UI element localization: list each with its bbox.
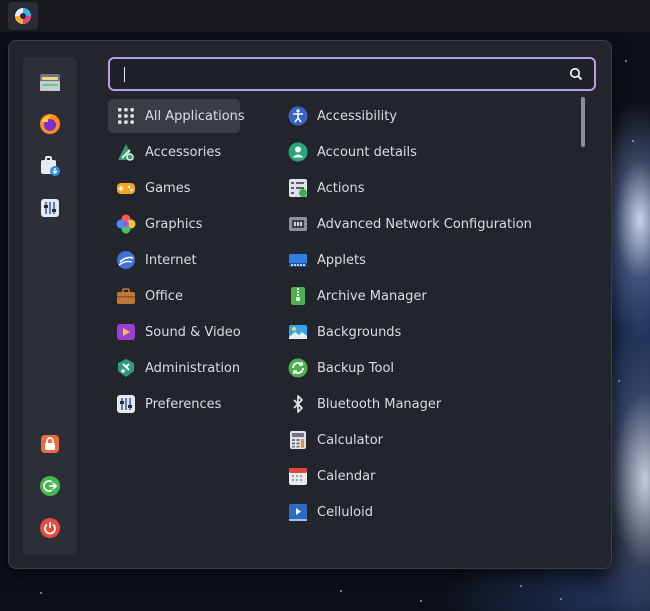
category-label: All Applications	[145, 108, 245, 124]
app-bluetooth-manager[interactable]: Bluetooth Manager	[284, 387, 544, 421]
app-calculator[interactable]: Calculator	[284, 423, 544, 457]
category-label: Preferences	[145, 396, 222, 412]
preferences-icon	[116, 394, 136, 414]
app-label: Account details	[317, 144, 417, 160]
application-menu: All Applications Accessories Games Graph…	[8, 40, 612, 569]
software-manager-icon	[41, 156, 60, 176]
favorite-files[interactable]	[35, 67, 65, 97]
bluetooth-icon	[288, 394, 308, 414]
favorite-firefox[interactable]	[35, 109, 65, 139]
app-advanced-network-configuration[interactable]: Advanced Network Configuration	[284, 207, 544, 241]
app-account-details[interactable]: Account details	[284, 135, 544, 169]
category-administration[interactable]: Administration	[108, 351, 240, 385]
accessibility-icon	[288, 106, 308, 126]
lock-screen-button[interactable]	[35, 429, 65, 459]
app-applets[interactable]: Applets	[284, 243, 544, 277]
app-label: Backgrounds	[317, 324, 402, 340]
category-accessories[interactable]: Accessories	[108, 135, 240, 169]
category-all-applications[interactable]: All Applications	[108, 99, 245, 133]
category-preferences[interactable]: Preferences	[108, 387, 240, 421]
category-games[interactable]: Games	[108, 171, 240, 205]
menu-logo-icon	[15, 8, 31, 24]
celluloid-icon	[288, 502, 308, 522]
backup-icon	[288, 358, 308, 378]
category-label: Graphics	[145, 216, 203, 232]
administration-icon	[116, 358, 136, 378]
app-label: Calculator	[317, 432, 384, 448]
app-celluloid[interactable]: Celluloid	[284, 495, 544, 529]
app-label: Calendar	[317, 468, 376, 484]
category-label: Accessories	[145, 144, 222, 160]
star	[618, 380, 620, 382]
graphics-icon	[116, 214, 136, 234]
accessories-icon	[116, 142, 136, 162]
app-accessibility[interactable]: Accessibility	[284, 99, 544, 133]
star	[625, 60, 627, 62]
calculator-icon	[288, 430, 308, 450]
logout-icon	[40, 476, 60, 496]
app-label: Applets	[317, 252, 366, 268]
search-input[interactable]	[118, 59, 558, 89]
internet-icon	[116, 250, 136, 270]
logout-button[interactable]	[35, 471, 65, 501]
scrollbar-thumb[interactable]	[581, 97, 585, 147]
menu-button[interactable]	[8, 2, 38, 30]
account-icon	[288, 142, 308, 162]
network-icon	[288, 214, 308, 234]
star	[632, 140, 634, 142]
app-backgrounds[interactable]: Backgrounds	[284, 315, 544, 349]
applets-icon	[288, 250, 308, 270]
favorite-settings[interactable]	[35, 193, 65, 223]
category-label: Administration	[145, 360, 241, 376]
star	[520, 585, 522, 587]
category-label: Games	[145, 180, 191, 196]
search-icon	[569, 67, 583, 81]
lock-icon	[41, 435, 59, 453]
category-sound-video[interactable]: Sound & Video	[108, 315, 241, 349]
app-label: Bluetooth Manager	[317, 396, 442, 412]
app-label: Actions	[317, 180, 365, 196]
app-archive-manager[interactable]: Archive Manager	[284, 279, 544, 313]
category-office[interactable]: Office	[108, 279, 240, 313]
grid-icon	[116, 106, 136, 126]
star	[560, 598, 562, 600]
app-backup-tool[interactable]: Backup Tool	[284, 351, 544, 385]
archive-icon	[288, 286, 308, 306]
gamepad-icon	[116, 178, 136, 198]
star	[40, 592, 42, 594]
shutdown-button[interactable]	[35, 513, 65, 543]
power-icon	[40, 518, 60, 538]
scrollbar[interactable]	[581, 97, 587, 553]
app-label: Advanced Network Configuration	[317, 216, 532, 232]
app-label: Celluloid	[317, 504, 373, 520]
app-label: Archive Manager	[317, 288, 427, 304]
favorites-sidebar	[23, 57, 77, 555]
app-actions[interactable]: Actions	[284, 171, 544, 205]
search-box[interactable]	[108, 57, 596, 91]
briefcase-icon	[116, 286, 136, 306]
actions-icon	[288, 178, 308, 198]
app-label: Backup Tool	[317, 360, 395, 376]
files-icon	[40, 74, 60, 91]
star	[340, 590, 342, 592]
category-graphics[interactable]: Graphics	[108, 207, 240, 241]
firefox-icon	[40, 114, 60, 134]
text-caret	[124, 67, 125, 82]
favorite-software-manager[interactable]	[35, 151, 65, 181]
app-calendar[interactable]: Calendar	[284, 459, 544, 493]
category-label: Internet	[145, 252, 197, 268]
settings-icon	[41, 199, 59, 217]
backgrounds-icon	[288, 322, 308, 342]
star	[420, 600, 422, 602]
sound-video-icon	[116, 322, 136, 342]
top-panel	[0, 0, 650, 32]
category-label: Office	[145, 288, 183, 304]
app-label: Accessibility	[317, 108, 397, 124]
calendar-icon	[288, 466, 308, 486]
category-internet[interactable]: Internet	[108, 243, 240, 277]
category-label: Sound & Video	[145, 324, 241, 340]
